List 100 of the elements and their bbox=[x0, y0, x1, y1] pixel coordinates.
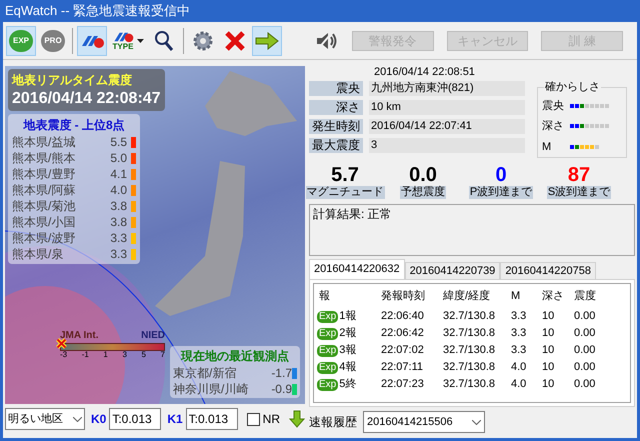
column-header: 緯度/経度 bbox=[442, 288, 492, 304]
history-dropdown[interactable]: 20160414215506 bbox=[363, 411, 485, 433]
updated-time: 2016/04/14 22:08:51 bbox=[374, 65, 476, 79]
table-cell-text: 4.0 bbox=[510, 377, 528, 392]
panel-title: 地表震度 - 上位8点 bbox=[22, 117, 126, 134]
table-cell-text: 22:07:11 bbox=[380, 360, 424, 376]
table-cell-text: 4.0 bbox=[510, 360, 528, 376]
table-cell-text: 32.7/130.8 bbox=[442, 343, 496, 358]
column-header: 深さ bbox=[541, 288, 565, 304]
table-cell-text: 1報 bbox=[339, 309, 356, 324]
toolbar-button[interactable]: TYPE bbox=[109, 26, 147, 56]
column-header: 発報時刻 bbox=[380, 288, 426, 304]
scale-tick-label: -3 bbox=[60, 351, 68, 359]
table-cell-text: 10 bbox=[541, 343, 556, 358]
nr-checkbox[interactable] bbox=[246, 412, 260, 426]
chevron-down-icon bbox=[472, 420, 481, 424]
table-cell-text: 3報 bbox=[339, 343, 356, 358]
table-cell-text: 32.7/130.8 bbox=[442, 309, 496, 324]
caret-icon bbox=[137, 38, 144, 42]
k0-label: K0 bbox=[90, 411, 106, 428]
intensity-value: 4.0 bbox=[110, 182, 127, 199]
metric-value: 0.0 bbox=[409, 164, 437, 186]
place-name: 熊本県/波野 bbox=[12, 230, 76, 247]
type-label: TYPE bbox=[112, 42, 134, 50]
metric-label: S波到達まで bbox=[546, 186, 612, 199]
place-name: 熊本県/阿蘇 bbox=[12, 182, 76, 199]
intensity-value: 3.3 bbox=[110, 230, 127, 247]
arrow-right-icon bbox=[254, 32, 279, 50]
metric-label: P波到達まで bbox=[468, 186, 534, 199]
confidence-label: 震央 bbox=[542, 98, 565, 114]
k0-field[interactable]: T:0.013 bbox=[109, 408, 162, 430]
search-icon bbox=[154, 30, 174, 52]
metric-label: マグニチュード bbox=[306, 186, 384, 199]
table-cell-text: 0.00 bbox=[573, 377, 596, 392]
scale-tick-label: 3 bbox=[122, 351, 127, 359]
place-name: 熊本県/泉 bbox=[12, 246, 64, 263]
field-label: 最大震度 bbox=[309, 138, 363, 153]
place-name: 東京都/新宿 bbox=[173, 365, 238, 382]
exp-badge: Exp bbox=[317, 378, 338, 390]
exp-badge: Exp bbox=[317, 362, 338, 374]
toolbar-button[interactable] bbox=[252, 26, 282, 56]
scale-tick-label: 1 bbox=[103, 351, 108, 359]
scale-title: JMA Int. bbox=[60, 329, 99, 343]
table-cell-text: 10 bbox=[541, 377, 556, 392]
scale-tick-label: 5 bbox=[141, 351, 146, 359]
nr-label: NR bbox=[262, 411, 280, 428]
table-cell-text: 22:06:42 bbox=[380, 326, 425, 342]
table-cell-text: 3.3 bbox=[510, 326, 528, 342]
metric-value: 0 bbox=[495, 164, 507, 186]
stripes-logo-icon bbox=[112, 30, 134, 42]
map-style-dropdown[interactable]: 明るい地区 bbox=[5, 408, 85, 430]
place-name: 神奈川県/川崎 bbox=[173, 381, 250, 398]
field-label: 震央 bbox=[309, 81, 363, 96]
history-label: 速報履歴 bbox=[309, 414, 357, 431]
confidence-label: 深さ bbox=[542, 119, 565, 134]
arrow-down-icon[interactable] bbox=[289, 410, 306, 428]
table-cell-text: 10 bbox=[541, 360, 556, 376]
place-name: 熊本県/小国 bbox=[12, 214, 76, 231]
table-cell-text: 32.7/130.8 bbox=[442, 377, 496, 392]
intensity-value: 3.8 bbox=[110, 198, 127, 215]
close-icon bbox=[224, 30, 246, 52]
table-cell-text: 0.00 bbox=[573, 360, 596, 376]
exp-badge: Exp bbox=[317, 344, 338, 356]
field-value: 九州地方南東沖(821) bbox=[369, 81, 525, 96]
k1-field[interactable]: T:0.013 bbox=[186, 408, 238, 430]
table-cell-text: 5終 bbox=[339, 377, 356, 392]
table-cell-text: 32.7/130.8 bbox=[442, 326, 496, 342]
toolbar-button[interactable] bbox=[77, 26, 107, 56]
table-cell-text: 2報 bbox=[339, 326, 356, 342]
epicenter-icon bbox=[56, 338, 67, 349]
table-cell-text: 22:07:02 bbox=[380, 343, 425, 358]
scale-tick-label: 7 bbox=[160, 351, 165, 359]
k1-label: K1 bbox=[167, 411, 183, 428]
intensity-value: 5.5 bbox=[110, 134, 127, 151]
column-header: 震度 bbox=[573, 288, 597, 304]
source-label: NIED bbox=[141, 329, 165, 343]
result-box: 計算結果: 正常 bbox=[309, 204, 635, 256]
table-cell-text: 32.7/130.8 bbox=[442, 360, 496, 376]
metric-value: 5.7 bbox=[331, 164, 359, 186]
table-cell-text: 3.3 bbox=[510, 343, 528, 358]
place-name: 熊本県/熊本 bbox=[12, 150, 76, 167]
field-label: 発生時刻 bbox=[309, 119, 363, 134]
speaker-muted-icon[interactable] bbox=[316, 30, 338, 50]
table-cell-text: 22:06:40 bbox=[380, 309, 425, 324]
intensity-value: 3.3 bbox=[110, 246, 127, 263]
table-cell-text: 10 bbox=[541, 326, 556, 342]
place-name: 熊本県/豊野 bbox=[12, 166, 76, 183]
tab[interactable]: 20160414220739 bbox=[404, 262, 500, 279]
confidence-label: M bbox=[542, 140, 552, 155]
field-label: 深さ bbox=[309, 100, 363, 115]
metric-value: 87 bbox=[568, 164, 590, 186]
table-cell-text: 0.00 bbox=[573, 309, 596, 324]
column-header: 報 bbox=[318, 288, 331, 304]
tab[interactable]: 20160414220758 bbox=[500, 262, 596, 279]
panel-title: 現在地の最近観測点 bbox=[180, 348, 290, 365]
place-name: 熊本県/益城 bbox=[12, 134, 76, 151]
scale-tick-label: -1 bbox=[82, 351, 89, 359]
exp-badge: Exp bbox=[317, 328, 338, 340]
tab[interactable]: 20160414220632 bbox=[309, 259, 405, 279]
table-cell-text: 10 bbox=[541, 309, 556, 324]
